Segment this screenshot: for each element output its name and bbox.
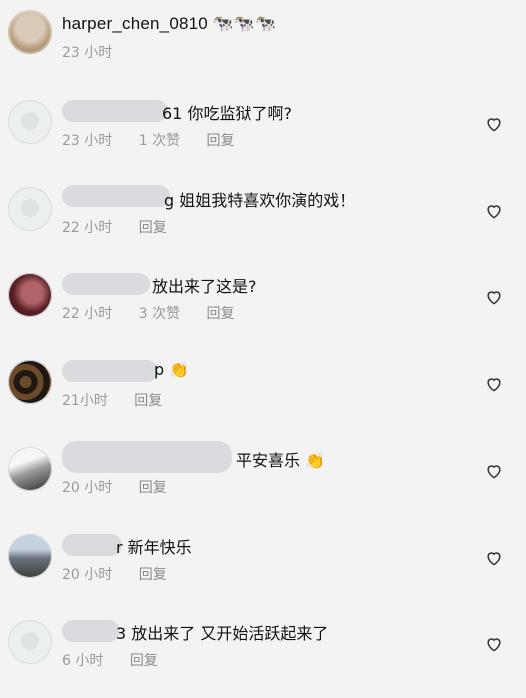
comment-text: g 姐姐我特喜欢你演的戏！ [164, 191, 356, 210]
cow-emoji-icon: 🐄🐄🐄 [211, 14, 277, 33]
reply-button[interactable]: 回复 [139, 480, 167, 496]
reply-button[interactable]: 回复 [139, 567, 167, 583]
reply-button[interactable]: 回复 [207, 306, 235, 322]
blurred-username [62, 441, 232, 473]
commenter-avatar[interactable] [8, 447, 52, 491]
commenter-avatar[interactable] [8, 534, 52, 578]
like-heart-icon[interactable] [484, 374, 504, 394]
comment-meta: 23 小时 1 次赞 回复 [62, 130, 257, 150]
like-heart-icon[interactable] [484, 287, 504, 307]
blurred-username [62, 620, 120, 642]
post-time: 23 小时 [62, 45, 113, 61]
comment-meta: 20 小时 回复 [62, 477, 189, 497]
blurred-username [62, 185, 170, 207]
comment-text: 放出来了这是? [152, 277, 257, 296]
comment-item: r 新年快乐 20 小时 回复 [0, 526, 526, 612]
comment-item: 平安喜乐 👏 20 小时 回复 [0, 439, 526, 525]
comment-text: r 新年快乐 [116, 538, 192, 557]
comment-time: 21小时 [62, 393, 108, 409]
comment-item: g 姐姐我特喜欢你演的戏！ 22 小时 回复 [0, 179, 526, 265]
reply-button[interactable]: 回复 [139, 220, 167, 236]
blurred-username [62, 534, 122, 556]
comment-time: 22 小时 [62, 220, 113, 236]
comment-text: 61 你吃监狱了啊? [162, 104, 292, 123]
comment-time: 20 小时 [62, 480, 113, 496]
username-text: harper_chen_0810 [62, 14, 208, 33]
comment-item: 放出来了这是? 22 小时 3 次赞 回复 [0, 265, 526, 351]
reply-button[interactable]: 回复 [207, 133, 235, 149]
post-header: harper_chen_0810 🐄🐄🐄 23 小时 [0, 0, 526, 75]
like-heart-icon[interactable] [484, 634, 504, 654]
comment-meta: 21小时 回复 [62, 390, 184, 410]
like-heart-icon[interactable] [484, 548, 504, 568]
comment-time: 20 小时 [62, 567, 113, 583]
author-username[interactable]: harper_chen_0810 🐄🐄🐄 [62, 14, 276, 34]
comment-item: 3 放出来了 又开始活跃起来了 6 小时 回复 [0, 612, 526, 698]
commenter-avatar[interactable] [8, 620, 52, 664]
comment-time: 23 小时 [62, 133, 113, 149]
commenter-avatar[interactable] [8, 187, 52, 231]
comment-like-count[interactable]: 1 次赞 [139, 133, 180, 149]
comment-meta: 6 小时 回复 [62, 650, 180, 670]
commenter-avatar[interactable] [8, 273, 52, 317]
commenter-avatar[interactable] [8, 360, 52, 404]
blurred-username [62, 100, 168, 122]
commenter-avatar[interactable] [8, 100, 52, 144]
comment-time: 6 小时 [62, 653, 104, 669]
comment-meta: 20 小时 回复 [62, 564, 189, 584]
reply-button[interactable]: 回复 [130, 653, 158, 669]
blurred-username [62, 273, 150, 295]
comment-text: 3 放出来了 又开始活跃起来了 [116, 624, 329, 643]
comment-meta: 22 小时 3 次赞 回复 [62, 303, 257, 323]
like-heart-icon[interactable] [484, 114, 504, 134]
comment-text: p 👏 [154, 360, 190, 379]
comment-item: 61 你吃监狱了啊? 23 小时 1 次赞 回复 [0, 92, 526, 178]
comment-time: 22 小时 [62, 306, 113, 322]
comment-meta: 22 小时 回复 [62, 217, 189, 237]
comment-item: p 👏 21小时 回复 [0, 352, 526, 438]
like-heart-icon[interactable] [484, 201, 504, 221]
blurred-username [62, 360, 158, 382]
like-heart-icon[interactable] [484, 461, 504, 481]
reply-button[interactable]: 回复 [134, 393, 162, 409]
author-avatar[interactable] [8, 10, 52, 54]
comment-like-count[interactable]: 3 次赞 [139, 306, 180, 322]
comment-text: 平安喜乐 👏 [236, 451, 326, 470]
